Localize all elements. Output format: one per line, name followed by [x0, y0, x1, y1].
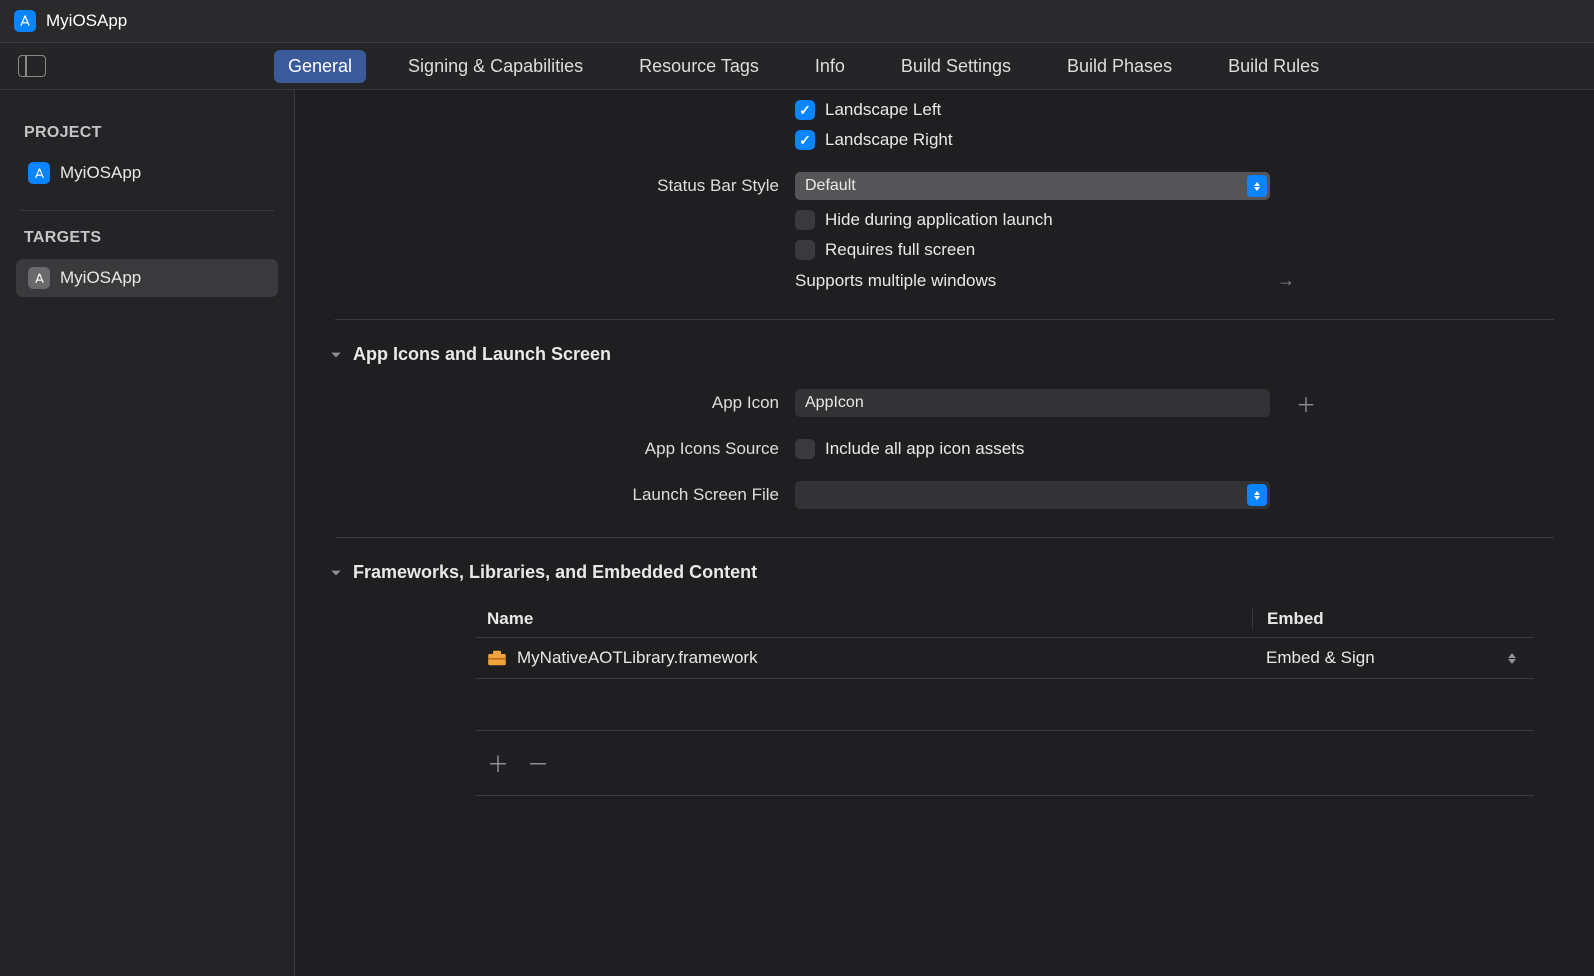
section-frameworks-header[interactable]: Frameworks, Libraries, and Embedded Cont… — [329, 562, 1554, 583]
label-include-all-assets: Include all app icon assets — [825, 439, 1024, 459]
tab-build-phases[interactable]: Build Phases — [1053, 50, 1186, 83]
section-divider — [335, 537, 1554, 538]
updown-icon — [1508, 653, 1516, 664]
row-app-icons-source: App Icons Source Include all app icon as… — [335, 439, 1554, 459]
chevron-down-icon — [329, 566, 343, 580]
checkbox-hide-launch[interactable] — [795, 210, 815, 230]
section-app-icons-header[interactable]: App Icons and Launch Screen — [329, 344, 1554, 365]
sidebar-divider — [20, 210, 274, 211]
label-multiple-windows: Supports multiple windows — [795, 271, 996, 291]
checkbox-landscape-right[interactable] — [795, 130, 815, 150]
col-name: Name — [487, 609, 1252, 629]
sidebar-project-item[interactable]: MyiOSApp — [16, 154, 278, 192]
select-status-bar-value: Default — [805, 177, 856, 195]
select-launch-screen[interactable] — [795, 481, 1270, 509]
row-landscape-left: Landscape Left — [335, 100, 1554, 120]
checkbox-include-all-assets[interactable] — [795, 439, 815, 459]
target-icon — [28, 267, 50, 289]
tab-build-rules[interactable]: Build Rules — [1214, 50, 1333, 83]
window-title: MyiOSApp — [46, 11, 127, 31]
framework-name: MyNativeAOTLibrary.framework — [517, 648, 758, 668]
embed-select[interactable]: Embed & Sign — [1252, 648, 1522, 668]
tab-resource-tags[interactable]: Resource Tags — [625, 50, 773, 83]
tab-general[interactable]: General — [274, 50, 366, 83]
row-launch-screen: Launch Screen File — [335, 481, 1554, 509]
row-requires-full: Requires full screen — [335, 240, 1554, 260]
row-landscape-right: Landscape Right — [335, 130, 1554, 150]
table-header: Name Embed — [475, 601, 1534, 638]
col-embed: Embed — [1252, 609, 1522, 629]
row-hide-launch: Hide during application launch — [335, 210, 1554, 230]
select-caret-icon — [1247, 175, 1267, 197]
app-store-icon — [14, 10, 36, 32]
sidebar-targets-heading: TARGETS — [24, 229, 270, 247]
label-landscape-left: Landscape Left — [825, 100, 941, 120]
label-app-icons-source: App Icons Source — [335, 439, 795, 459]
label-app-icon: App Icon — [335, 393, 795, 413]
chevron-down-icon — [329, 348, 343, 362]
arrow-right-icon[interactable]: → — [1277, 270, 1295, 291]
section-app-icons-title: App Icons and Launch Screen — [353, 344, 611, 365]
add-app-icon-button[interactable]: ＋ — [1294, 391, 1318, 415]
table-footer: ＋ － — [475, 731, 1534, 796]
sidebar-toggle-icon[interactable] — [18, 55, 46, 77]
label-launch-screen: Launch Screen File — [335, 485, 795, 505]
titlebar: MyiOSApp — [0, 0, 1594, 43]
tab-info[interactable]: Info — [801, 50, 859, 83]
section-frameworks-title: Frameworks, Libraries, and Embedded Cont… — [353, 562, 757, 583]
row-status-bar-style: Status Bar Style Default — [335, 172, 1554, 200]
content-area: Landscape Left Landscape Right Status Ba… — [295, 90, 1594, 976]
input-app-icon[interactable] — [795, 389, 1270, 417]
sidebar-project-label: MyiOSApp — [60, 163, 141, 183]
label-requires-full: Requires full screen — [825, 240, 975, 260]
remove-framework-button[interactable]: － — [527, 747, 549, 779]
embed-value: Embed & Sign — [1266, 648, 1375, 668]
framework-icon — [487, 650, 507, 666]
checkbox-requires-full[interactable] — [795, 240, 815, 260]
row-multiple-windows: Supports multiple windows → — [335, 270, 1554, 291]
sidebar-target-label: MyiOSApp — [60, 268, 141, 288]
sidebar-target-item[interactable]: MyiOSApp — [16, 259, 278, 297]
row-app-icon: App Icon ＋ — [335, 389, 1554, 417]
tab-signing[interactable]: Signing & Capabilities — [394, 50, 597, 83]
table-empty-row — [475, 679, 1534, 731]
framework-name-cell: MyNativeAOTLibrary.framework — [487, 648, 1252, 668]
tab-build-settings[interactable]: Build Settings — [887, 50, 1025, 83]
frameworks-table: Name Embed MyNativeAOTLibrary.framework — [475, 601, 1534, 796]
sidebar-project-heading: PROJECT — [24, 124, 270, 142]
sidebar: PROJECT MyiOSApp TARGETS MyiOSApp — [0, 90, 295, 976]
project-icon — [28, 162, 50, 184]
checkbox-landscape-left[interactable] — [795, 100, 815, 120]
section-divider — [335, 319, 1554, 320]
label-hide-launch: Hide during application launch — [825, 210, 1053, 230]
label-landscape-right: Landscape Right — [825, 130, 953, 150]
add-framework-button[interactable]: ＋ — [487, 747, 509, 779]
tab-bar: General Signing & Capabilities Resource … — [0, 43, 1594, 90]
select-caret-icon — [1247, 484, 1267, 506]
table-row[interactable]: MyNativeAOTLibrary.framework Embed & Sig… — [475, 638, 1534, 679]
select-status-bar-style[interactable]: Default — [795, 172, 1270, 200]
label-status-bar: Status Bar Style — [335, 176, 795, 196]
